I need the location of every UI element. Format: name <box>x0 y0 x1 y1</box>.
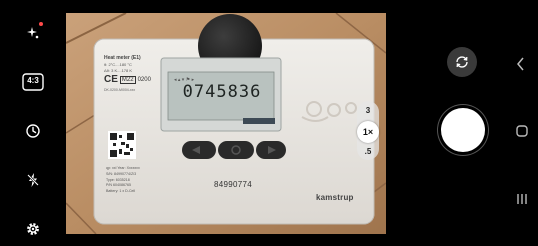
back-nav-icon[interactable] <box>516 57 526 76</box>
aspect-ratio-label: 4:3 <box>27 76 39 85</box>
meter-buttons <box>182 141 286 159</box>
info-line: S/N: 84990774/Z/3 <box>106 171 137 176</box>
aspect-ratio-button[interactable]: 4:3 <box>22 72 44 92</box>
settings-gear-icon[interactable] <box>23 219 43 239</box>
meter-serial-line: DK-0200-MI004-xxx <box>104 88 136 92</box>
camera-viewfinder[interactable]: ◂ ▴ ▾ ⚑ ▸ Heat meter (E1) θ: 2°C....180 … <box>66 13 386 234</box>
meter-brand: kamstrup <box>316 193 354 202</box>
camera-settings-bar: 4:3 <box>0 0 66 246</box>
effects-sparkle-icon[interactable] <box>23 22 43 43</box>
mark-number: 0200 <box>137 76 151 83</box>
info-line: Battery: 1 x D-Cell <box>106 189 136 194</box>
switch-camera-button[interactable] <box>447 47 477 77</box>
meter-range-line1: θ: 2°C....180 °C <box>104 62 132 67</box>
mark-code: M22 <box>119 75 136 84</box>
flash-off-icon[interactable] <box>23 170 43 190</box>
zoom-option-3[interactable]: 3 <box>357 106 379 115</box>
ce-mark: CE <box>104 74 118 85</box>
lcd-reading: 0745836 <box>182 82 262 102</box>
info-line: qp: xxl Year: Xxxxxxx <box>106 166 140 170</box>
notification-dot <box>39 22 43 26</box>
meter-number: 84990774 <box>214 180 252 189</box>
meter-title: Heat meter (E1) <box>104 55 141 61</box>
switch-camera-icon <box>456 56 468 68</box>
zoom-option-1x-active[interactable]: 1× <box>357 121 379 143</box>
meter-info-lines: qp: xxl Year: Xxxxxxx S/N: 84990774/Z/3 … <box>106 166 140 195</box>
qr-code <box>108 131 136 159</box>
timer-icon[interactable] <box>23 121 43 141</box>
shutter-button[interactable] <box>441 108 485 152</box>
meter-range-line2: Δθ: 3 K....178 K <box>104 68 133 73</box>
home-nav-icon[interactable] <box>516 124 528 142</box>
meter-certification: CE M22 0200 <box>104 74 151 85</box>
recent-apps-nav-icon[interactable] <box>516 192 528 210</box>
zoom-option-0.5[interactable]: .5 <box>357 147 379 156</box>
